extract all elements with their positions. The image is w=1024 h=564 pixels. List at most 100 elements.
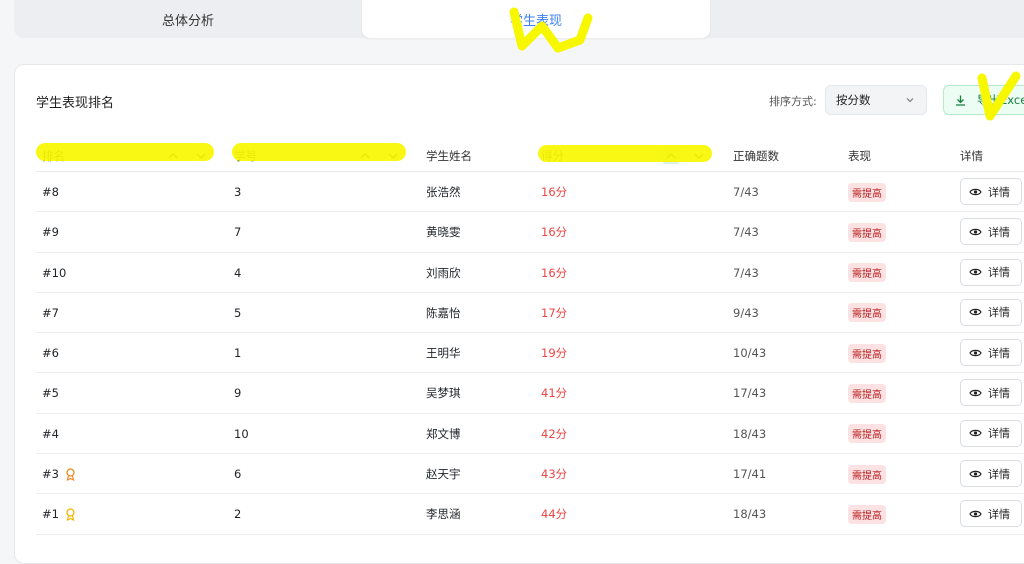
rank-value: #10 [42,265,67,280]
eye-icon [969,510,982,518]
rank-value: #6 [42,346,59,361]
detail-label: 详情 [988,185,1010,199]
rank-cell: #8 [42,172,59,212]
score-cell: 42分 [541,426,568,441]
rank-value: #1 [42,507,59,522]
correct-count-cell: 17/43 [733,386,767,401]
rank-value: #9 [42,225,59,240]
student-id-cell: 5 [234,305,242,320]
eye-icon [969,349,982,356]
detail-label: 详情 [988,306,1010,320]
status-badge: 需提高 [848,383,886,403]
correct-count-cell: 10/43 [733,346,767,361]
detail-button[interactable]: 详情 [960,460,1022,488]
rank-cell: #7 [42,293,59,333]
table-row: #5 9 吴梦琪 41分 17/43 需提高 详情 [36,373,1024,414]
detail-button[interactable]: 详情 [960,298,1022,326]
rank-value: #4 [42,426,59,441]
score-cell: 43分 [541,467,568,482]
header-correct-count: 正确题数 [733,148,779,163]
score-cell: 41分 [541,386,568,401]
score-cell: 19分 [541,346,568,361]
table-body: #8 3 张浩然 16分 7/43 需提高 详情 #9 7 黄晓雯 16分 7/… [36,172,1024,535]
student-id-cell: 7 [234,225,242,240]
student-name-cell: 王明华 [426,346,461,361]
student-id-cell: 10 [234,426,249,441]
eye-icon [969,470,982,477]
detail-button[interactable]: 详情 [960,339,1022,367]
student-name-cell: 黄晓雯 [426,225,461,240]
bronze-medal-icon [66,467,75,481]
correct-count-cell: 17/41 [733,467,767,482]
eye-icon [969,268,982,276]
rank-cell: #6 [42,333,59,373]
performance-cell: 需提高 [848,293,886,333]
detail-button[interactable]: 详情 [960,258,1022,286]
detail-label: 详情 [988,225,1010,239]
detail-label: 详情 [988,467,1010,481]
student-name-cell: 李思涵 [426,507,461,522]
rank-value: #8 [42,185,59,199]
table-row: #3 6 赵天宇 43分 17/41 需提高 详情 [36,454,1024,495]
rank-value: #7 [42,305,59,320]
tab-overall-analysis[interactable]: 总体分析 [14,0,362,38]
rank-cell: #1 [42,494,76,534]
performance-cell: 需提高 [848,494,886,534]
detail-label: 详情 [988,386,1010,400]
detail-button[interactable]: 详情 [960,178,1022,205]
performance-cell: 需提高 [848,172,886,212]
performance-cell: 需提高 [848,373,886,413]
student-name-cell: 刘雨欣 [426,265,461,280]
correct-count-cell: 9/43 [733,305,759,320]
status-badge: 需提高 [848,222,886,242]
performance-cell: 需提高 [848,333,886,373]
eye-icon [969,188,982,195]
correct-count-cell: 7/43 [733,265,759,280]
status-badge: 需提高 [848,424,886,444]
student-id-cell: 1 [234,346,242,361]
student-name-cell: 郑文博 [426,426,461,441]
eye-icon [969,389,982,397]
gold-medal-icon [66,508,75,521]
highlight-rank-header [36,143,214,161]
detail-button[interactable]: 详情 [960,419,1022,447]
student-id-cell: 3 [234,185,242,199]
detail-button[interactable]: 详情 [960,500,1022,528]
performance-cell: 需提高 [848,253,886,293]
score-cell: 17分 [541,305,568,320]
performance-cell: 需提高 [848,454,886,494]
detail-label: 详情 [988,346,1010,360]
status-badge: 需提高 [848,343,886,363]
detail-button[interactable]: 详情 [960,218,1022,246]
eye-icon [969,228,982,236]
student-id-cell: 6 [234,467,242,482]
sort-select-value: 按分数 [836,93,871,107]
table-row: #7 5 陈嘉怡 17分 9/43 需提高 详情 [36,293,1024,334]
status-badge: 需提高 [848,303,886,323]
student-id-cell: 2 [234,507,242,522]
rank-cell: #9 [42,212,59,252]
header-performance: 表现 [848,148,871,163]
sort-select[interactable]: 按分数 [825,85,927,115]
detail-button[interactable]: 详情 [960,379,1022,407]
table-row: #6 1 王明华 19分 10/43 需提高 详情 [36,333,1024,374]
status-badge: 需提高 [848,464,886,484]
status-badge: 需提高 [848,182,886,202]
rank-value: #3 [42,467,59,482]
student-name-cell: 吴梦琪 [426,386,461,401]
correct-count-cell: 7/43 [733,225,759,240]
sort-label: 排序方式: [769,95,817,108]
correct-count-cell: 18/43 [733,426,767,441]
detail-label: 详情 [988,266,1010,280]
rank-value: #5 [42,386,59,401]
score-cell: 16分 [541,265,568,280]
student-id-cell: 9 [234,386,242,401]
chevron-down-icon [906,98,914,103]
highlight-id-header [232,143,406,161]
score-cell: 44分 [541,507,568,522]
performance-cell: 需提高 [848,212,886,252]
status-badge: 需提高 [848,263,886,283]
rank-cell: #3 [42,454,76,494]
rank-cell: #5 [42,373,59,413]
table-row: #4 10 郑文博 42分 18/43 需提高 详情 [36,414,1024,455]
